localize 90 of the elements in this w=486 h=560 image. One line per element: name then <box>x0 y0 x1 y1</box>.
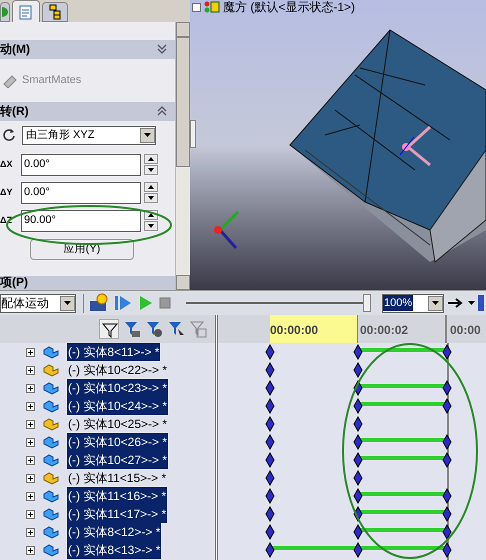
collapse-icon[interactable] <box>157 106 167 116</box>
component-label[interactable]: (-) 实体11<15>-> * <box>67 469 168 487</box>
configuration-icon <box>48 4 62 20</box>
part-icon <box>43 525 59 539</box>
expand-box[interactable] <box>26 474 35 482</box>
expand-box[interactable] <box>26 384 35 392</box>
caret-up-icon <box>148 213 154 218</box>
rotate-mode-dropdown[interactable]: 由三角形 XYZ <box>22 126 156 145</box>
slider-thumb[interactable] <box>363 294 371 312</box>
caret-up-icon <box>148 185 154 190</box>
component-label[interactable]: (-) 实体10<22>-> * <box>67 361 168 379</box>
component-label[interactable]: (-) 实体10<23>-> * <box>67 379 168 397</box>
expand-box[interactable] <box>26 528 35 536</box>
part-icon <box>43 453 59 467</box>
expand-icon[interactable] <box>157 44 167 54</box>
expand-box[interactable] <box>26 510 35 518</box>
section-title: 转(R) <box>0 103 29 120</box>
angle-field[interactable]: 90.00° <box>21 210 141 232</box>
expand-box[interactable] <box>26 420 35 428</box>
study-type-dropdown[interactable]: 配体运动 <box>0 294 76 312</box>
component-label[interactable]: (-) 实体8<12>-> * <box>67 523 162 541</box>
feature-tree-icon <box>2 7 8 17</box>
section-header[interactable]: 动(M) <box>0 40 175 59</box>
spin-down-button[interactable] <box>144 165 158 176</box>
component-label[interactable]: (-) 实体11<17>-> * <box>67 505 168 523</box>
angle-field[interactable]: 0.00° <box>21 182 141 204</box>
section-title: 项(P) <box>0 276 28 288</box>
zoom-dropdown[interactable]: 100% <box>382 294 444 312</box>
spin-up-button[interactable] <box>144 182 158 192</box>
caret-icon[interactable] <box>468 301 475 305</box>
spin-down-button[interactable] <box>144 193 158 204</box>
dropdown-button[interactable] <box>60 296 75 310</box>
model-title: 魔方 (默认<显示状态-1>) <box>223 0 356 16</box>
expand-box[interactable] <box>26 438 35 446</box>
time-label: 00:00 <box>450 323 481 337</box>
expand-box[interactable] <box>26 348 35 356</box>
expand-box[interactable] <box>26 402 35 410</box>
part-icon <box>43 435 59 449</box>
caret-down-icon <box>64 301 71 305</box>
component-label[interactable]: (-) 实体10<27>-> * <box>67 451 168 469</box>
expand-box[interactable] <box>26 456 35 464</box>
spin-up-button[interactable] <box>144 154 158 164</box>
part-icon <box>43 345 59 359</box>
component-label[interactable]: (-) 实体10<25>-> * <box>67 415 168 433</box>
part-icon <box>43 543 59 557</box>
arrow-right-icon[interactable] <box>447 296 465 310</box>
section-title: 动(M) <box>0 41 30 58</box>
part-icon <box>43 417 59 431</box>
time-label: 00:00:00 <box>270 323 318 337</box>
axis-label: ΔX <box>0 158 14 171</box>
expand-box[interactable] <box>26 546 35 554</box>
component-label[interactable]: (-) 实体10<24>-> * <box>67 397 168 415</box>
calculate-icon[interactable] <box>88 293 110 313</box>
expand-box[interactable] <box>26 492 35 500</box>
part-icon <box>43 489 59 503</box>
caret-down-icon <box>432 301 439 305</box>
expand-box[interactable] <box>26 366 35 374</box>
rotate-icon <box>2 128 16 142</box>
tab[interactable] <box>12 0 40 22</box>
caret-down-icon <box>144 133 151 138</box>
assembly-icon <box>204 1 220 13</box>
angle-field[interactable]: 0.00° <box>21 154 141 176</box>
section-header[interactable]: 项(P) <box>0 276 175 290</box>
part-icon <box>43 363 59 377</box>
property-icon <box>19 4 33 20</box>
play-from-start-icon[interactable] <box>113 294 133 312</box>
panel-toggle[interactable] <box>190 120 196 148</box>
component-label[interactable]: (-) 实体8<13>-> * <box>67 541 162 559</box>
caret-down-icon <box>148 196 154 200</box>
scrollbar[interactable] <box>175 22 190 290</box>
part-icon <box>43 399 59 413</box>
part-icon <box>43 381 59 395</box>
axis-label: ΔY <box>0 186 14 199</box>
dropdown-button[interactable] <box>140 128 155 143</box>
section-header[interactable]: 转(R) <box>0 102 175 121</box>
filter-icon[interactable] <box>99 319 119 339</box>
component-label[interactable]: (-) 实体8<11>-> * <box>67 343 160 361</box>
tab[interactable] <box>42 2 68 22</box>
component-label[interactable]: (-) 实体11<16>-> * <box>67 487 168 505</box>
time-slider[interactable] <box>186 294 371 312</box>
caret-up-icon <box>148 157 154 162</box>
component-label[interactable]: (-) 实体10<26>-> * <box>67 433 168 451</box>
caret-down-icon <box>148 168 154 172</box>
filter-cursor-icon[interactable] <box>167 320 185 338</box>
part-icon <box>43 471 59 485</box>
caret-down-icon <box>148 224 154 228</box>
dropdown-button[interactable] <box>428 296 443 310</box>
time-label: 00:00:02 <box>359 323 408 337</box>
part-icon <box>43 507 59 521</box>
spin-down-button[interactable] <box>144 221 158 232</box>
